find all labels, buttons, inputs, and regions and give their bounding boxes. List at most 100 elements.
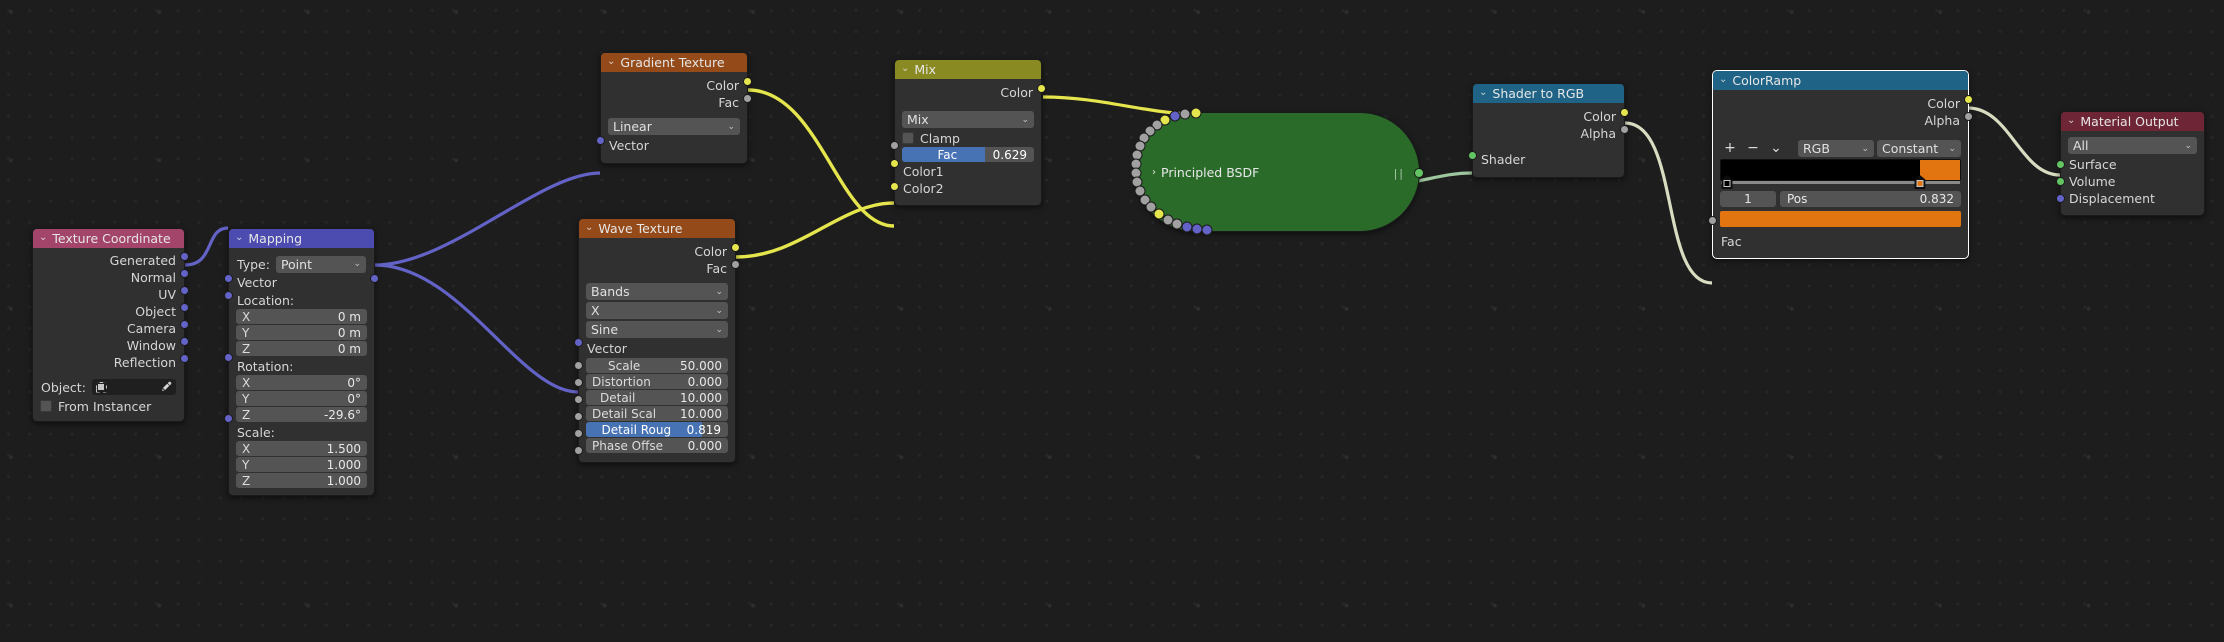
interpolation-dropdown[interactable]: Constant ⌄ [1877, 140, 1961, 157]
socket-in-rotation[interactable] [224, 353, 233, 362]
node-header-material-output[interactable]: ⌄ Material Output [2061, 112, 2204, 131]
node-color-ramp[interactable]: ⌄ ColorRamp Color Alpha + − ⌄ RGB ⌄ Cons… [1708, 70, 1973, 259]
active-color-swatch[interactable] [1720, 211, 1961, 227]
node-header-texture-coordinate[interactable]: ⌄ Texture Coordinate [33, 229, 184, 248]
socket-in-surface[interactable] [2056, 160, 2065, 169]
chevron-down-icon[interactable]: ⌄ [585, 219, 593, 237]
eyedropper-icon[interactable] [160, 381, 172, 393]
clamp-row[interactable]: Clamp [902, 130, 1034, 146]
socket-out-fac[interactable] [731, 260, 740, 269]
node-shader-to-rgb[interactable]: ⌄ Shader to RGB Color Alpha Shader [1468, 83, 1629, 178]
socket-in-scale[interactable] [574, 361, 583, 370]
socket-in-displacement[interactable] [2056, 194, 2065, 203]
socket-out-normal[interactable] [180, 269, 189, 278]
param-detail-roughness[interactable]: Detail Roug 0.819 [586, 422, 728, 437]
bands-direction-dropdown[interactable]: X ⌄ [586, 302, 728, 319]
chevron-down-icon[interactable]: ⌄ [901, 60, 909, 78]
param-scale[interactable]: Scale 50.000 [586, 358, 728, 373]
socket-out-color[interactable] [1964, 95, 1973, 104]
add-stop-button[interactable]: + [1720, 140, 1740, 157]
socket-out-color[interactable] [743, 77, 752, 86]
socket-out-fac[interactable] [743, 94, 752, 103]
socket-out-reflection[interactable] [180, 354, 189, 363]
rotation-y[interactable]: Y 0° [236, 391, 367, 406]
scale-x[interactable]: X 1.500 [236, 441, 367, 456]
socket-in-detail-scale[interactable] [574, 412, 583, 421]
node-wave-texture[interactable]: ⌄ Wave Texture Color Fac Bands ⌄ X ⌄ Sin… [574, 218, 740, 463]
active-stop-index[interactable]: 1 [1720, 191, 1776, 207]
chevron-down-icon[interactable]: ⌄ [235, 229, 243, 247]
socket-out-color[interactable] [1037, 84, 1046, 93]
chevron-down-icon[interactable]: ⌄ [1479, 84, 1487, 102]
node-principled-bsdf[interactable]: › Principled BSDF || [1130, 107, 1424, 236]
socket-out-color[interactable] [1620, 108, 1629, 117]
socket-in-fac[interactable] [890, 141, 899, 150]
scale-z[interactable]: Z 1.000 [236, 473, 367, 488]
object-selector[interactable] [91, 379, 176, 395]
chevron-down-icon[interactable]: ⌄ [1719, 71, 1727, 89]
param-distortion[interactable]: Distortion 0.000 [586, 374, 728, 389]
node-header-wave-texture[interactable]: ⌄ Wave Texture [579, 219, 735, 238]
socket-out-generated[interactable] [180, 252, 189, 261]
remove-stop-button[interactable]: − [1743, 140, 1763, 157]
socket-in-phase-offset[interactable] [574, 446, 583, 455]
gradient-type-dropdown[interactable]: Linear ⌄ [608, 118, 740, 135]
socket-in-color1[interactable] [890, 159, 899, 168]
node-header-gradient-texture[interactable]: ⌄ Gradient Texture [601, 53, 747, 72]
color-stop-0[interactable] [1721, 175, 1733, 189]
color-mode-dropdown[interactable]: RGB ⌄ [1798, 140, 1874, 157]
param-detail[interactable]: Detail 10.000 [586, 390, 728, 405]
socket-in-location[interactable] [224, 291, 233, 300]
node-header-mapping[interactable]: ⌄ Mapping [229, 229, 374, 248]
socket-out-camera[interactable] [180, 320, 189, 329]
socket-in-distortion[interactable] [574, 378, 583, 387]
param-phase-offset[interactable]: Phase Offse 0.000 [586, 438, 728, 453]
color-ramp-toolbar[interactable]: + − ⌄ RGB ⌄ Constant ⌄ [1720, 140, 1961, 157]
socket-out-alpha[interactable] [1620, 125, 1629, 134]
chevron-down-icon[interactable]: ⌄ [607, 53, 615, 71]
from-instancer-row[interactable]: From Instancer [40, 398, 177, 414]
output-target-dropdown[interactable]: All ⌄ [2068, 137, 2197, 154]
node-mix[interactable]: ⌄ Mix Color Mix ⌄ Clamp Fac 0.629 Color1… [890, 59, 1046, 206]
location-z[interactable]: Z 0 m [236, 341, 367, 356]
color-ramp-menu-button[interactable]: ⌄ [1766, 140, 1786, 157]
socket-out-bsdf[interactable] [1414, 168, 1424, 178]
socket-in-shader[interactable] [1468, 151, 1477, 160]
color-stop-1[interactable] [1914, 175, 1926, 189]
socket-in-fac[interactable] [1708, 216, 1717, 225]
stop-position-field[interactable]: Pos 0.832 [1780, 191, 1961, 207]
node-editor-canvas[interactable]: ⌄ Texture Coordinate Generated Normal UV… [0, 0, 2224, 642]
clamp-checkbox[interactable] [902, 132, 914, 144]
param-detail-scale[interactable]: Detail Scal 10.000 [586, 406, 728, 421]
chevron-down-icon[interactable]: ⌄ [2067, 112, 2075, 130]
rotation-z[interactable]: Z -29.6° [236, 407, 367, 422]
node-material-output[interactable]: ⌄ Material Output All ⌄ Surface Volume D… [2056, 111, 2205, 216]
collapsed-input-sockets[interactable] [1128, 105, 1268, 241]
socket-in-detail-roughness[interactable] [574, 429, 583, 438]
from-instancer-checkbox[interactable] [40, 400, 52, 412]
node-mapping[interactable]: ⌄ Mapping Type: Point ⌄ Vector Location:… [224, 228, 379, 496]
node-header-color-ramp[interactable]: ⌄ ColorRamp [1713, 71, 1968, 90]
node-texture-coordinate[interactable]: ⌄ Texture Coordinate Generated Normal UV… [32, 228, 189, 422]
socket-in-vector[interactable] [574, 338, 583, 347]
socket-out-alpha[interactable] [1964, 112, 1973, 121]
mapping-type-dropdown[interactable]: Point ⌄ [275, 255, 366, 273]
node-gradient-texture[interactable]: ⌄ Gradient Texture Color Fac Linear ⌄ Ve… [596, 52, 752, 164]
object-field-row[interactable]: Object: [33, 377, 184, 397]
wave-type-dropdown[interactable]: Bands ⌄ [586, 283, 728, 300]
fac-slider[interactable]: Fac 0.629 [902, 147, 1034, 162]
socket-in-color2[interactable] [890, 182, 899, 191]
scale-y[interactable]: Y 1.000 [236, 457, 367, 472]
color-ramp-gradient[interactable] [1720, 159, 1961, 189]
socket-out-window[interactable] [180, 337, 189, 346]
socket-out-object[interactable] [180, 303, 189, 312]
socket-out-uv[interactable] [180, 286, 189, 295]
location-y[interactable]: Y 0 m [236, 325, 367, 340]
rotation-x[interactable]: X 0° [236, 375, 367, 390]
socket-out-vector[interactable] [370, 274, 379, 283]
socket-in-detail[interactable] [574, 395, 583, 404]
chevron-down-icon[interactable]: ⌄ [39, 229, 47, 247]
node-header-mix[interactable]: ⌄ Mix [895, 60, 1041, 79]
blend-mode-dropdown[interactable]: Mix ⌄ [902, 111, 1034, 128]
socket-out-color[interactable] [731, 243, 740, 252]
